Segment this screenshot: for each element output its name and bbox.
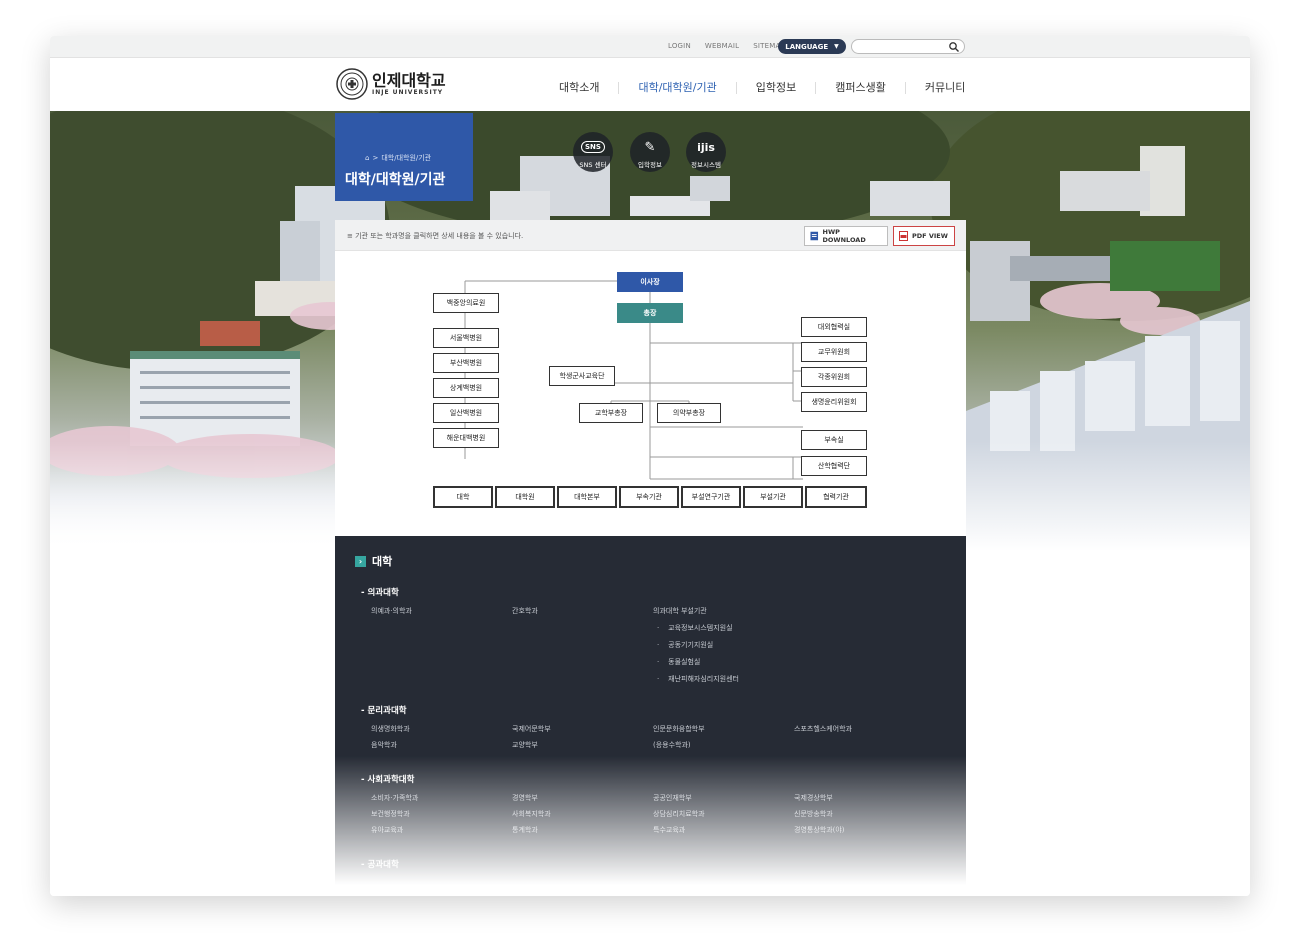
college-social-sciences[interactable]: - 사회과학대학 xyxy=(361,773,414,785)
section-heading: › 대학 xyxy=(355,553,392,569)
pdf-file-icon xyxy=(899,231,908,241)
dept-link[interactable]: 특수교육과 xyxy=(653,825,685,835)
nav-colleges[interactable]: 대학/대학원/기관 xyxy=(619,82,737,94)
org-hospital-item[interactable]: 부산백병원 xyxy=(433,353,499,373)
nav-campus-life[interactable]: 캠퍼스생활 xyxy=(816,82,906,94)
dept-link[interactable]: 공공인재학부 xyxy=(653,793,692,803)
dept-link[interactable]: 의과대학 부설기관 xyxy=(653,606,707,616)
org-right-item[interactable]: 각종위원회 xyxy=(801,367,867,387)
org-right-item[interactable]: 대외협력실 xyxy=(801,317,867,337)
panel-toolbar: ≡ 기관 또는 학과명을 클릭하면 상세 내용을 볼 수 있습니다. HWP D… xyxy=(335,220,966,251)
dept-link[interactable]: 유아교육과 xyxy=(371,825,403,835)
org-right-item[interactable]: 부속실 xyxy=(801,430,867,450)
org-right-item[interactable]: 산학협력단 xyxy=(801,456,867,476)
org-bottom-item[interactable]: 협력기관 xyxy=(805,486,867,508)
org-chart: 이사장 총장 백중앙의료원 서울백병원 부산백병원 상계백병원 일산백병원 해운… xyxy=(335,251,966,536)
logo-name-english: INJE UNIVERSITY xyxy=(372,88,444,96)
dept-link[interactable]: 상담심리치료학과 xyxy=(653,809,705,819)
dept-link[interactable]: 경영학부 xyxy=(512,793,538,803)
dept-link[interactable]: 음악학과 xyxy=(371,740,397,750)
quick-link-admission[interactable]: ✎ 입학정보 xyxy=(628,132,672,172)
search-box[interactable] xyxy=(851,39,965,54)
org-bottom-item[interactable]: 부속기관 xyxy=(619,486,679,508)
dept-link[interactable]: 스포츠헬스케어학과 xyxy=(794,724,852,734)
college-list-section: › 대학 - 의과대학 의예과·의학과 간호학과 의과대학 부설기관 · 교육정… xyxy=(335,536,966,896)
dept-link[interactable]: 교양학부 xyxy=(512,740,538,750)
dept-link[interactable]: 의예과·의학과 xyxy=(371,606,412,616)
browser-frame: LOGIN WEBMAIL SITEMAP LANGUAGE ▼ 인제대학교 I… xyxy=(50,36,1250,896)
college-liberal-arts-sciences[interactable]: - 문리과대학 xyxy=(361,704,407,716)
breadcrumb: ⌂ > 대학/대학원/기관 xyxy=(365,153,431,163)
org-chair[interactable]: 이사장 xyxy=(617,272,683,292)
org-president[interactable]: 총장 xyxy=(617,303,683,323)
org-chart-panel: ≡ 기관 또는 학과명을 클릭하면 상세 내용을 볼 수 있습니다. HWP D… xyxy=(335,220,966,536)
university-seal-icon xyxy=(336,68,368,100)
nav-community[interactable]: 커뮤니티 xyxy=(906,82,984,94)
home-icon[interactable]: ⌂ xyxy=(365,154,369,162)
org-bottom-item[interactable]: 부설기관 xyxy=(743,486,803,508)
hwp-download-button[interactable]: HWP DOWNLOAD xyxy=(804,226,888,246)
nav-about[interactable]: 대학소개 xyxy=(540,82,620,94)
page-title-block: ⌂ > 대학/대학원/기관 대학/대학원/기관 xyxy=(335,113,473,201)
quick-link-info-system[interactable]: ijis 정보시스템 xyxy=(684,132,728,172)
nav-admission[interactable]: 입학정보 xyxy=(737,82,817,94)
sub-institution-link[interactable]: · 교육정보시스템지원실 xyxy=(657,623,733,633)
webmail-link[interactable]: WEBMAIL xyxy=(705,42,739,50)
chevron-right-icon: › xyxy=(355,555,366,567)
org-hospital-item[interactable]: 해운대백병원 xyxy=(433,428,499,448)
utility-links: LOGIN WEBMAIL SITEMAP xyxy=(668,42,785,50)
college-medicine[interactable]: - 의과대학 xyxy=(361,586,399,598)
search-icon[interactable] xyxy=(948,41,960,53)
college-engineering[interactable]: - 공과대학 xyxy=(361,858,399,870)
dept-link[interactable]: 신문방송학과 xyxy=(794,809,833,819)
dept-link[interactable]: 의생명화학과 xyxy=(371,724,410,734)
main-navigation: 대학소개 대학/대학원/기관 입학정보 캠퍼스생활 커뮤니티 xyxy=(540,82,984,94)
dept-link[interactable]: 보건행정학과 xyxy=(371,809,410,819)
sub-institution-link[interactable]: · 동물실험실 xyxy=(657,657,700,667)
dept-link[interactable]: 국제경상학부 xyxy=(794,793,833,803)
quick-link-label: 정보시스템 xyxy=(691,161,721,169)
dept-link[interactable]: 경영통상학과(야) xyxy=(794,825,845,835)
org-vice-president-academic[interactable]: 교학부총장 xyxy=(579,403,643,423)
login-link[interactable]: LOGIN xyxy=(668,42,691,50)
dept-link[interactable]: (응용수학과) xyxy=(653,740,691,750)
pdf-view-button[interactable]: PDF VIEW xyxy=(893,226,955,246)
org-hospital-item[interactable]: 백중앙의료원 xyxy=(433,293,499,313)
org-right-item[interactable]: 생명윤리위원회 xyxy=(801,392,867,412)
org-bottom-item[interactable]: 부설연구기관 xyxy=(681,486,741,508)
instruction-note: ≡ 기관 또는 학과명을 클릭하면 상세 내용을 볼 수 있습니다. xyxy=(347,232,524,240)
hwp-file-icon xyxy=(810,231,819,241)
org-vice-president-medical[interactable]: 의약부총장 xyxy=(657,403,721,423)
breadcrumb-separator: > xyxy=(372,154,379,162)
logo-name-korean: 인제대학교 xyxy=(372,70,446,90)
language-label: LANGUAGE xyxy=(785,42,829,51)
org-bottom-item[interactable]: 대학본부 xyxy=(557,486,617,508)
dept-link[interactable]: 인문문화융합학부 xyxy=(653,724,705,734)
org-hospital-item[interactable]: 일산백병원 xyxy=(433,403,499,423)
dept-link[interactable]: 간호학과 xyxy=(512,606,538,616)
dept-link[interactable]: 사회복지학과 xyxy=(512,809,551,819)
caret-down-icon: ▼ xyxy=(834,43,839,50)
dept-link[interactable]: 국제어문학부 xyxy=(512,724,551,734)
page-title: 대학/대학원/기관 xyxy=(345,172,446,188)
org-bottom-item[interactable]: 대학 xyxy=(433,486,493,508)
org-hospital-item[interactable]: 서울백병원 xyxy=(433,328,499,348)
logo[interactable]: 인제대학교 INJE UNIVERSITY xyxy=(336,68,446,100)
dept-link[interactable]: 소비자·가족학과 xyxy=(371,793,418,803)
breadcrumb-current[interactable]: 대학/대학원/기관 xyxy=(381,153,431,163)
dept-link[interactable]: 통계학과 xyxy=(512,825,538,835)
org-bottom-item[interactable]: 대학원 xyxy=(495,486,555,508)
quick-link-sns[interactable]: SNS SNS 센터 xyxy=(571,132,615,172)
utility-bar: LOGIN WEBMAIL SITEMAP LANGUAGE ▼ xyxy=(50,36,1250,58)
org-right-item[interactable]: 교무위원회 xyxy=(801,342,867,362)
language-button[interactable]: LANGUAGE ▼ xyxy=(778,39,846,54)
site-header: 인제대학교 INJE UNIVERSITY 대학소개 대학/대학원/기관 입학정… xyxy=(50,58,1250,111)
quick-link-label: 입학정보 xyxy=(638,161,662,169)
sub-institution-link[interactable]: · 공동기기지원실 xyxy=(657,640,713,650)
sub-institution-link[interactable]: · 재난피해자심리지원센터 xyxy=(657,674,739,684)
quick-link-label: SNS 센터 xyxy=(579,161,607,169)
org-hospital-item[interactable]: 상계백병원 xyxy=(433,378,499,398)
org-rotc[interactable]: 학생군사교육단 xyxy=(549,366,615,386)
